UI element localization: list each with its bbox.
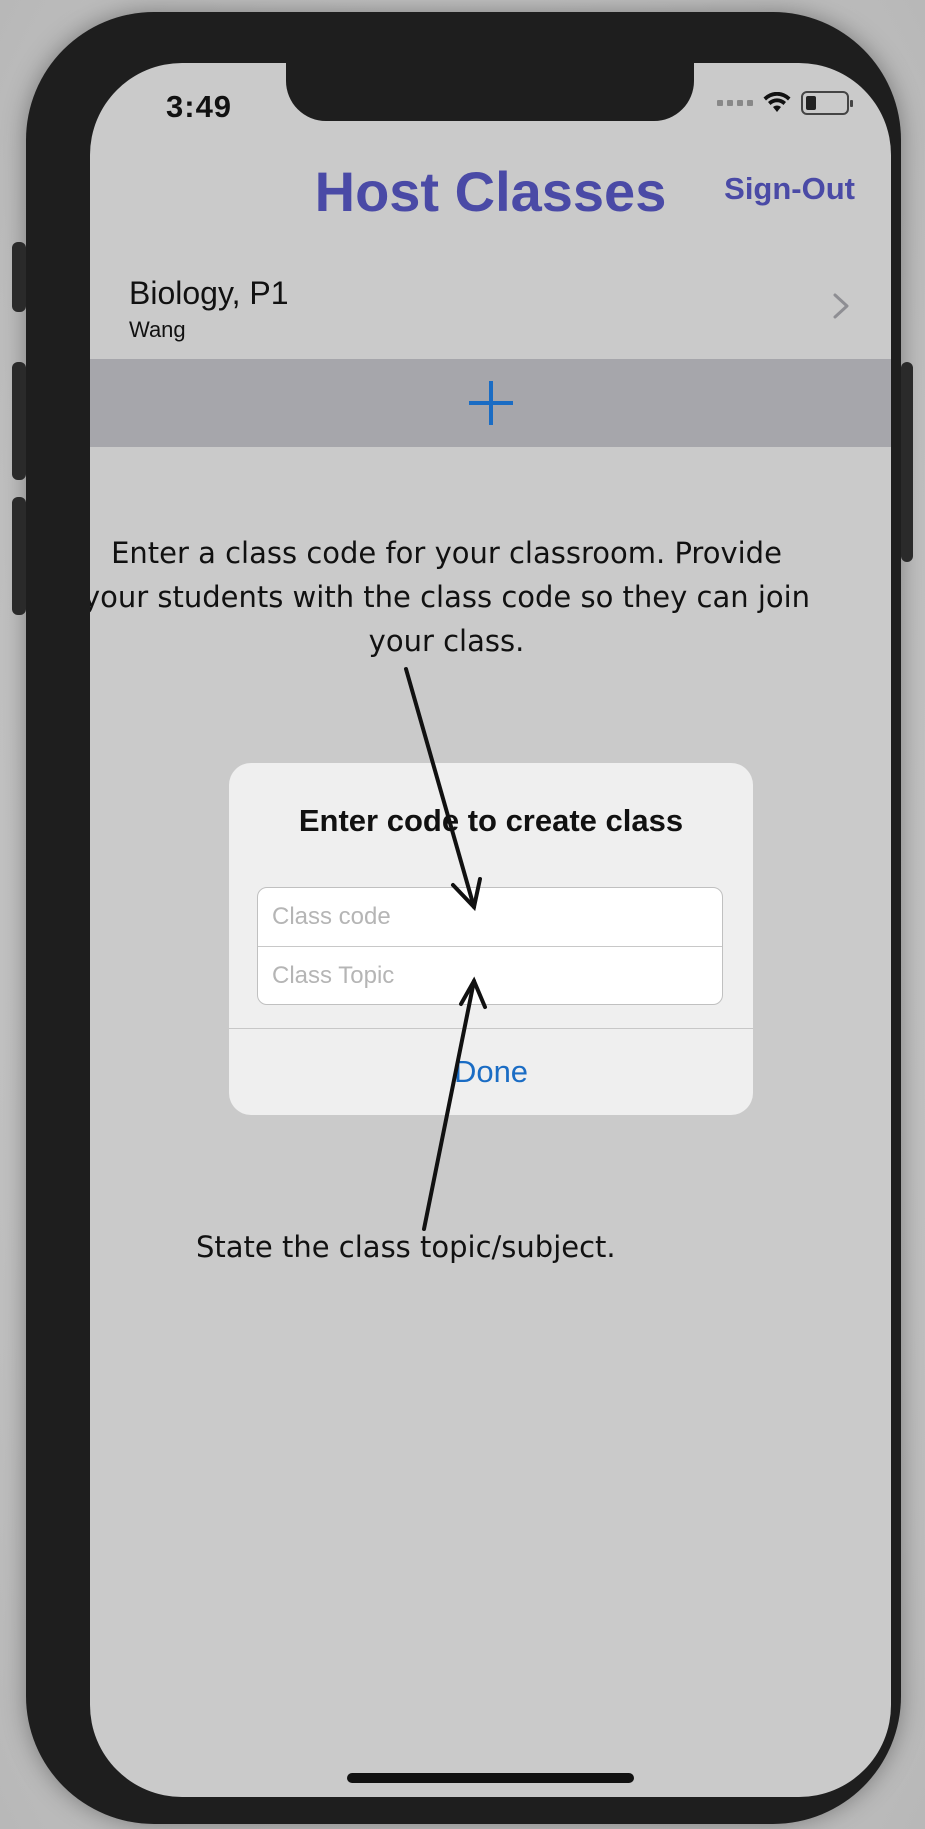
status-time: 3:49 [166,89,233,124]
add-class-bar[interactable] [90,359,891,447]
screen: 3:49 Host Classes Sign-Out Biology, P1 W… [90,63,891,1797]
dialog-title: Enter code to create class [298,803,684,838]
volume-up-button [12,362,26,480]
notch [286,63,694,121]
done-button[interactable]: Done [229,1029,753,1115]
class-teacher: Wang [129,317,186,342]
class-topic-input[interactable] [258,946,722,1004]
class-list-item[interactable]: Biology, P1 Wang [90,261,891,357]
battery-icon [801,91,853,115]
wifi-icon [763,92,791,112]
create-class-dialog: Enter code to create class Done [229,763,753,1115]
class-code-annotation: Enter a class code for your classroom. P… [90,536,811,658]
dialog-fields [257,887,723,1005]
class-code-input[interactable] [258,888,722,946]
volume-down-button [12,497,26,615]
status-icons [717,91,853,115]
mute-switch [12,242,26,312]
class-title: Biology, P1 [129,275,289,311]
class-topic-annotation: State the class topic/subject. [196,1230,616,1264]
sign-out-button[interactable]: Sign-Out [724,171,855,207]
phone-frame: 3:49 Host Classes Sign-Out Biology, P1 W… [12,12,913,1824]
cellular-signal-icon [717,100,753,106]
plus-icon[interactable] [467,379,515,427]
power-button [901,362,913,562]
chevron-right-icon [833,293,849,319]
home-indicator [347,1773,634,1783]
